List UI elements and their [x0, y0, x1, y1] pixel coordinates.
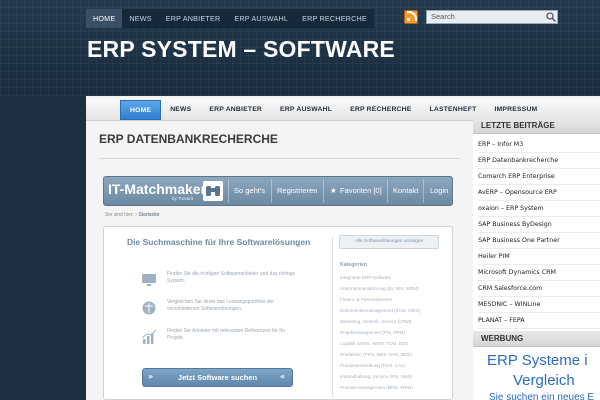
matchmaker-column-divider — [332, 237, 333, 397]
recent-post-link[interactable]: oxaion – ERP System — [478, 201, 600, 217]
topnav-news[interactable]: NEWS — [122, 9, 158, 28]
recent-post-link[interactable]: SAP Business One Partner — [478, 233, 600, 249]
recent-post-link[interactable]: Microsoft Dynamics CRM — [478, 265, 600, 281]
topnav-home[interactable]: HOME — [86, 9, 123, 28]
search-input[interactable]: Search — [426, 10, 558, 24]
search-software-button[interactable]: Jetzt Software suchen — [142, 368, 293, 387]
matchmaker-nav-kontakt[interactable]: Kontakt — [393, 186, 418, 195]
compare-icon — [142, 301, 156, 315]
matchmaker-nav-separator — [271, 179, 272, 203]
breadcrumb-current[interactable]: Startseite — [138, 212, 159, 218]
mainnav-erp-auswahl[interactable]: ERP AUSWAHL — [271, 100, 341, 120]
breadcrumb-prefix: Sie sind hier: — [105, 212, 134, 218]
rss-icon[interactable] — [404, 10, 418, 24]
ad-headline[interactable]: ERP Systeme i — [487, 352, 588, 369]
category-link[interactable]: Integrierte ERP-Software — [340, 275, 391, 280]
mainnav-erp-recherche[interactable]: ERP RECHERCHE — [341, 100, 420, 120]
recent-post-link[interactable]: AvERP – Opensource ERP — [478, 185, 600, 201]
category-link[interactable]: Finanz- & Personalwesen — [340, 297, 392, 302]
categories-title: Kategorien — [340, 262, 368, 268]
matchmaker-nav-so-gehts[interactable]: So geht's — [234, 186, 265, 195]
matchmaker-nav-favoriten[interactable]: Favoriten [0] — [340, 186, 382, 195]
matchmaker-nav-login[interactable]: Login — [430, 186, 448, 195]
category-link[interactable]: Produktion (PPS, MES, DAS, BDE) — [340, 352, 412, 357]
recent-post-link[interactable]: CRM Salesforce.com — [478, 281, 600, 297]
recent-post-link[interactable]: PLANAT – FEPA — [478, 313, 600, 329]
recent-post-link[interactable]: Comarch ERP Enterprise — [478, 169, 600, 185]
category-link[interactable]: Logistik (WMS, WWS, TOM, EDI) — [340, 341, 408, 346]
category-link[interactable]: Prozess-Management (BPM, WFM) — [340, 385, 413, 390]
breadcrumb: Sie sind hier: › Startseite — [105, 212, 159, 218]
matchmaker-logo-sub: by Trovarit — [172, 196, 194, 201]
star-icon: ★ — [330, 186, 337, 195]
matchmaker-nav-separator — [423, 179, 424, 203]
monitor-icon — [142, 274, 156, 286]
mainnav-erp-anbieter[interactable]: ERP ANBIETER — [200, 100, 271, 120]
mainnav-home[interactable]: HOME — [120, 100, 162, 120]
topnav-erp-recherche[interactable]: ERP RECHERCHE — [295, 9, 374, 28]
recent-post-link[interactable]: ERP Datenbankrecherche — [478, 153, 600, 169]
topnav-erp-anbieter[interactable]: ERP ANBIETER — [159, 9, 228, 28]
recent-post-link[interactable]: SAP Business ByDesign — [478, 217, 600, 233]
top-navigation: HOME NEWS ERP ANBIETER ERP AUSWAHL ERP R… — [86, 9, 374, 28]
category-link[interactable]: Unternehmensführung (BI, MIS, MDM) — [340, 286, 419, 291]
category-link[interactable]: Dokumentenmanagement (ECM, DMS) — [340, 308, 420, 313]
double-chevron-left-icon: « — [280, 372, 286, 381]
ad-text[interactable]: Sie suchen ein neues E — [489, 392, 594, 400]
category-link[interactable]: Projektmanagement (PM, PPM) — [340, 330, 405, 335]
category-link[interactable]: Instandhaltung, Service (IPS, SMS) — [340, 374, 412, 379]
ad-headline-line2[interactable]: Vergleich — [513, 372, 575, 389]
feature-text: Finden Sie Anbieter mit relevanten Refer… — [167, 328, 286, 341]
mainnav-impressum[interactable]: IMPRESSUM — [485, 100, 546, 120]
category-link[interactable]: Marketing, Vertrieb, Service (CRM) — [340, 319, 411, 324]
feature-text: Vergleichen Sie direkt das Leistungsport… — [167, 299, 275, 312]
mainnav-lastenheft[interactable]: LASTENHEFT — [421, 100, 486, 120]
site-title[interactable]: ERP SYSTEM – SOFTWARE — [87, 36, 395, 63]
page-title: ERP DATENBANKRECHERCHE — [99, 132, 278, 146]
category-link[interactable]: Produktentwicklung (PLM, CAx) — [340, 363, 405, 368]
mainnav-news[interactable]: NEWS — [161, 100, 200, 120]
recent-posts-heading: LETZTE BEITRÄGE — [473, 118, 600, 134]
matchmaker-nav-separator — [323, 179, 324, 203]
matchmaker-nav-separator — [228, 179, 229, 203]
recent-post-link[interactable]: ERP – Infor M3 — [478, 137, 600, 153]
recent-post-link[interactable]: MESONIC – WINLine — [478, 297, 600, 313]
feature-text: Finden Sie die richtigen Softwareanbiete… — [167, 271, 296, 284]
matchmaker-heading: Die Suchmaschine für Ihre Softwarelösung… — [127, 237, 311, 247]
topnav-erp-auswahl[interactable]: ERP AUSWAHL — [227, 9, 295, 28]
recent-post-link[interactable]: Heiler PIM — [478, 249, 600, 265]
chart-icon — [141, 329, 157, 344]
matchmaker-logo[interactable]: IT-Matchmaker — [108, 181, 206, 197]
all-solutions-button[interactable]: Alle Softwarelösungen anzeigen — [339, 235, 439, 249]
title-divider — [99, 158, 460, 159]
search-icon[interactable] — [545, 11, 557, 23]
double-chevron-right-icon: » — [148, 372, 154, 381]
advertising-heading: WERBUNG — [473, 331, 600, 347]
matchmaker-nav-registrieren[interactable]: Registrieren — [277, 186, 317, 195]
binoculars-icon — [203, 181, 223, 201]
matchmaker-nav-separator — [387, 179, 388, 203]
